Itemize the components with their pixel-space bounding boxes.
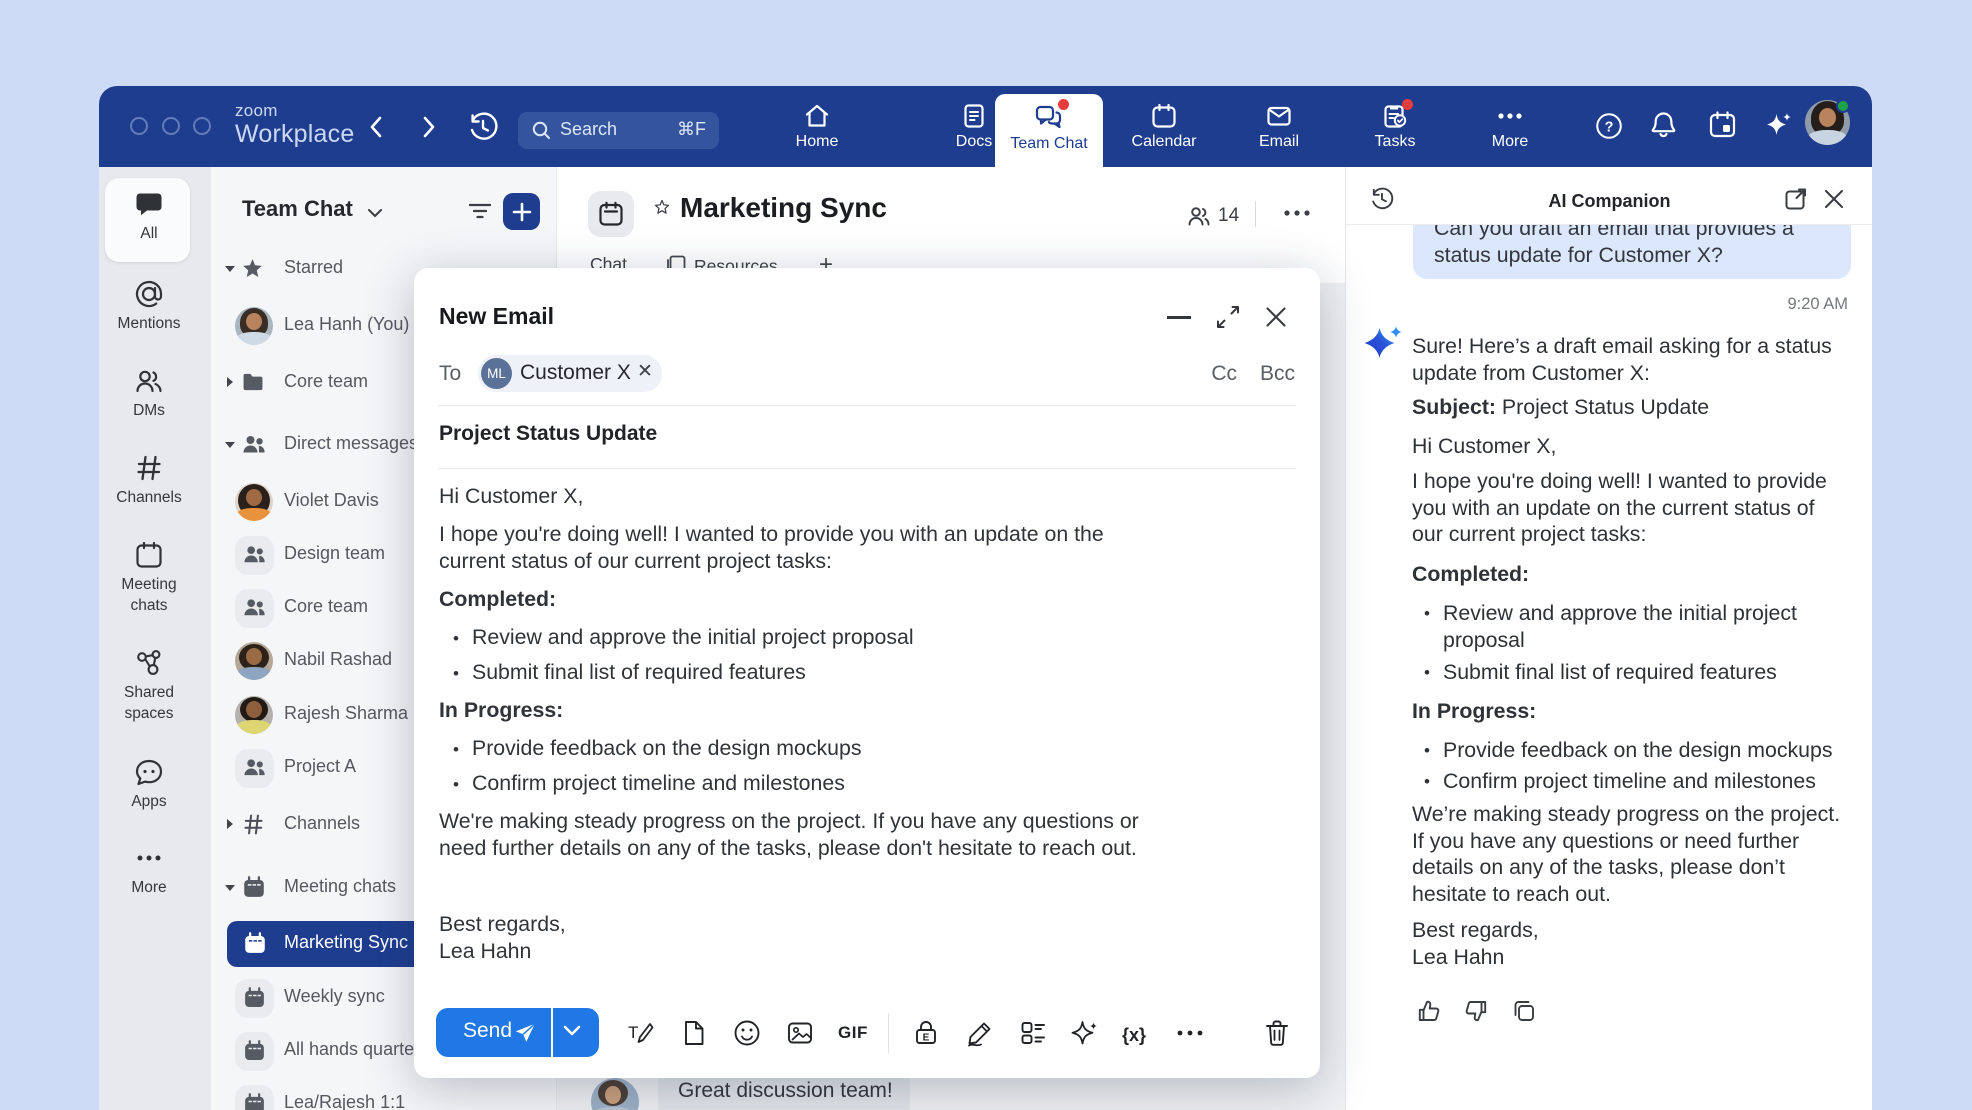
svg-text:E: E [923, 1033, 930, 1044]
svg-text:?: ? [1605, 119, 1614, 135]
svg-text:T: T [628, 1023, 638, 1042]
